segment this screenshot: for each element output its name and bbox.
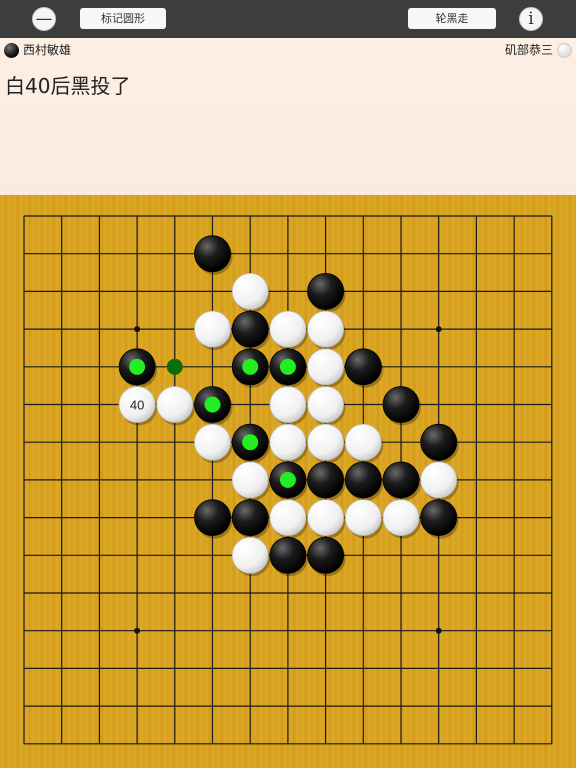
status-message: 白40后黑投了: [5, 74, 131, 98]
white-stone[interactable]: [307, 310, 345, 348]
white-stone[interactable]: [231, 273, 269, 310]
toolbar: — 标记圆形 轮黑走 i: [0, 0, 576, 38]
green-marker: [204, 396, 221, 413]
turn-indicator-button[interactable]: 轮黑走: [408, 8, 496, 29]
info-button[interactable]: i: [519, 7, 543, 31]
black-stone[interactable]: [420, 499, 458, 537]
black-stone[interactable]: [382, 386, 420, 423]
white-stone[interactable]: [156, 386, 194, 423]
black-stone[interactable]: [344, 348, 382, 386]
star-point: [134, 326, 141, 333]
go-board[interactable]: 40: [0, 195, 576, 768]
board-canvas[interactable]: 40: [0, 195, 576, 768]
game-info-panel: 西村敏雄 矶部恭三 白40后黑投了: [0, 38, 576, 195]
white-stone[interactable]: [344, 499, 382, 537]
star-point: [435, 627, 442, 634]
white-stone[interactable]: [231, 461, 269, 499]
black-stone[interactable]: [194, 235, 231, 273]
black-stone[interactable]: [194, 499, 231, 537]
black-stone[interactable]: [307, 536, 345, 574]
white-stone[interactable]: [307, 386, 345, 423]
white-stone[interactable]: [231, 536, 269, 574]
star-point: [134, 627, 141, 634]
white-stone[interactable]: [382, 499, 420, 537]
white-stone[interactable]: [307, 423, 345, 461]
white-stone[interactable]: [194, 310, 231, 348]
white-stone-icon: [557, 42, 572, 58]
white-stone[interactable]: [269, 423, 307, 461]
collapse-button[interactable]: —: [32, 7, 56, 31]
black-stone[interactable]: [231, 310, 269, 348]
white-stone[interactable]: [269, 310, 307, 348]
white-stone[interactable]: [307, 499, 345, 537]
green-marker: [279, 358, 296, 375]
white-stone[interactable]: [420, 461, 458, 499]
black-stone[interactable]: [307, 273, 345, 310]
white-stone[interactable]: [269, 499, 307, 537]
white-player-name: 矶部恭三: [504, 43, 553, 57]
move-number-label: 40: [130, 398, 144, 413]
black-stone[interactable]: [344, 461, 382, 499]
star-point: [435, 326, 442, 333]
green-marker: [242, 434, 259, 451]
black-stone[interactable]: [269, 536, 307, 574]
black-stone[interactable]: [231, 499, 269, 537]
black-player: 西村敏雄: [4, 42, 71, 58]
black-stone[interactable]: [382, 461, 420, 499]
white-stone[interactable]: [307, 348, 345, 386]
black-stone-icon: [4, 42, 19, 58]
white-player: 矶部恭三: [505, 42, 572, 58]
green-marker: [129, 358, 146, 375]
white-stone[interactable]: [344, 423, 382, 461]
white-stone[interactable]: [194, 423, 231, 461]
black-stone[interactable]: [307, 461, 345, 499]
black-player-name: 西村敏雄: [23, 43, 72, 57]
white-stone[interactable]: [269, 386, 307, 423]
mark-circle-button[interactable]: 标记圆形: [80, 8, 166, 29]
green-marker: [242, 358, 259, 375]
black-stone[interactable]: [420, 423, 458, 461]
green-marker: [279, 471, 296, 488]
empty-point-marker: [166, 358, 183, 375]
